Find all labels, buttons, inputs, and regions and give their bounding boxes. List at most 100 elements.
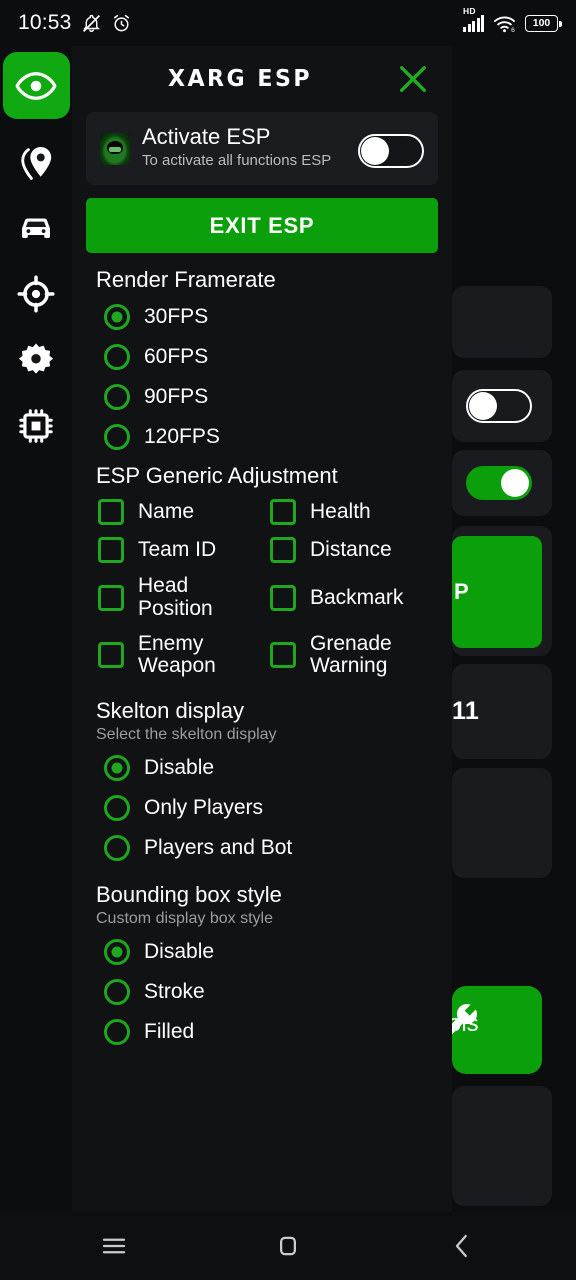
recents-menu-icon xyxy=(102,1238,126,1254)
skeleton-display-subtitle: Select the skelton display xyxy=(96,725,277,743)
bg-card-1 xyxy=(452,286,552,358)
skeleton-option-players-and-bot[interactable]: Players and Bot xyxy=(86,828,438,868)
bounding-box-style-subtitle: Custom display box style xyxy=(96,909,273,927)
esp-generic-adjustment-grid: Name Health Team ID Distance Head Positi… xyxy=(86,493,438,684)
back-button[interactable] xyxy=(440,1224,484,1268)
wifi-6-icon: 6 xyxy=(494,16,515,33)
checkbox-backmark[interactable]: Backmark xyxy=(270,569,438,626)
bounding-box-option-disable[interactable]: Disable xyxy=(86,932,438,972)
checkbox-icon xyxy=(98,642,124,669)
skeleton-option-disable[interactable]: Disable xyxy=(86,748,438,788)
bg-card-count: 11 xyxy=(452,664,552,759)
bg-card-3 xyxy=(452,1086,552,1206)
radio-icon xyxy=(104,978,130,1005)
bg-card-green-button[interactable]: P xyxy=(452,526,552,656)
bounding-box-option-stroke[interactable]: Stroke xyxy=(86,972,438,1012)
framerate-label: 120FPS xyxy=(144,425,220,449)
android-navigation-bar xyxy=(0,1212,576,1280)
radio-icon xyxy=(104,754,130,781)
bg-card-2 xyxy=(452,768,552,878)
bg-toggle-on[interactable] xyxy=(466,466,532,500)
bounding-box-option-filled[interactable]: Filled xyxy=(86,1012,438,1052)
exit-esp-button[interactable]: EXIT ESP xyxy=(86,198,438,254)
activate-esp-card[interactable]: Activate ESP To activate all functions E… xyxy=(86,112,438,186)
network-type-label: HD xyxy=(463,5,476,16)
render-framerate-title: Render Framerate xyxy=(96,267,276,293)
sidebar-item-aim[interactable] xyxy=(0,261,72,327)
skeleton-label: Disable xyxy=(144,755,215,779)
close-x-icon[interactable] xyxy=(396,62,430,96)
map-pin-icon xyxy=(21,146,52,180)
checkbox-head-position[interactable]: Head Position xyxy=(98,569,266,626)
radio-icon xyxy=(104,344,130,371)
framerate-option-60fps[interactable]: 60FPS xyxy=(86,337,438,377)
bg-green-button[interactable]: P xyxy=(452,536,542,648)
checkbox-grenade-warning[interactable]: Grenade Warning xyxy=(270,627,438,684)
esp-generic-adjustment-section: ESP Generic Adjustment Name Health Team … xyxy=(86,463,438,684)
checkbox-icon xyxy=(98,584,124,611)
radio-icon xyxy=(104,1018,130,1045)
bg-green-button-label: P xyxy=(454,579,469,604)
status-bar-right: HD 6 100 xyxy=(463,6,562,33)
framerate-option-90fps[interactable]: 90FPS xyxy=(86,377,438,417)
checkbox-label: Grenade Warning xyxy=(310,631,392,678)
sidebar-item-esp[interactable] xyxy=(2,52,70,119)
checkbox-label: Team ID xyxy=(138,537,217,561)
sidebar-item-location[interactable] xyxy=(0,129,72,195)
activate-esp-title: Activate ESP xyxy=(142,124,271,149)
radio-icon xyxy=(104,304,130,331)
home-button[interactable] xyxy=(266,1224,310,1268)
bg-tools-card[interactable]: ols xyxy=(452,986,542,1074)
esp-panel: XARG ESP Activate ESP To activate all fu… xyxy=(72,46,452,1212)
checkbox-distance[interactable]: Distance xyxy=(270,531,438,569)
framerate-label: 60FPS xyxy=(144,345,209,369)
back-chevron-icon xyxy=(455,1234,467,1258)
cellular-signal-icon: HD xyxy=(463,6,484,32)
page-title: XARG ESP xyxy=(167,66,313,92)
sidebar-item-settings[interactable] xyxy=(0,327,72,393)
checkbox-icon xyxy=(270,584,296,611)
skeleton-option-only-players[interactable]: Only Players xyxy=(86,788,438,828)
checkbox-health[interactable]: Health xyxy=(270,493,438,531)
sidebar-item-memory[interactable] xyxy=(0,393,72,459)
home-square-icon xyxy=(280,1236,296,1256)
bounding-box-label: Stroke xyxy=(144,979,205,1003)
bounding-box-style-section: Bounding box style Custom display box st… xyxy=(86,882,438,1052)
framerate-label: 30FPS xyxy=(144,305,209,329)
checkbox-team-id[interactable]: Team ID xyxy=(98,531,266,569)
gear-icon xyxy=(18,343,54,374)
battery-level: 100 xyxy=(532,17,551,29)
bg-count-text: 11 xyxy=(452,697,480,725)
checkbox-enemy-weapon[interactable]: Enemy Weapon xyxy=(98,627,266,684)
framerate-label: 90FPS xyxy=(144,385,209,409)
skeleton-display-section: Skelton display Select the skelton displ… xyxy=(86,698,438,868)
framerate-option-30fps[interactable]: 30FPS xyxy=(86,297,438,337)
sidebar-rail xyxy=(0,46,72,1212)
status-time: 10:53 xyxy=(18,11,72,34)
activate-esp-toggle[interactable] xyxy=(358,134,424,168)
battery-indicator: 100 xyxy=(525,14,562,32)
status-bar-left: 10:53 xyxy=(18,11,132,35)
sidebar-item-vehicle[interactable] xyxy=(0,195,72,261)
radio-icon xyxy=(104,424,130,451)
checkbox-label: Distance xyxy=(310,537,392,561)
checkbox-label: Health xyxy=(310,499,371,523)
checkbox-icon xyxy=(270,642,296,669)
panel-header: XARG ESP xyxy=(72,46,452,112)
alarm-clock-icon xyxy=(113,14,129,31)
checkbox-name[interactable]: Name xyxy=(98,493,266,531)
checkbox-icon xyxy=(270,537,296,564)
bg-toggle-off[interactable] xyxy=(466,389,532,423)
render-framerate-section: Render Framerate 30FPS 60FPS 90FPS 120FP… xyxy=(86,267,438,457)
skeleton-label: Only Players xyxy=(144,795,264,819)
radio-icon xyxy=(104,384,130,411)
bg-card-toggle-on[interactable] xyxy=(452,450,552,516)
framerate-option-120fps[interactable]: 120FPS xyxy=(86,417,438,457)
recents-button[interactable] xyxy=(92,1224,136,1268)
app-logo-icon xyxy=(100,133,130,165)
radio-icon xyxy=(104,794,130,821)
radio-icon xyxy=(104,938,130,965)
bg-card-toggle-off[interactable] xyxy=(452,370,552,442)
svg-text:6: 6 xyxy=(511,27,515,33)
eye-icon xyxy=(15,71,57,100)
